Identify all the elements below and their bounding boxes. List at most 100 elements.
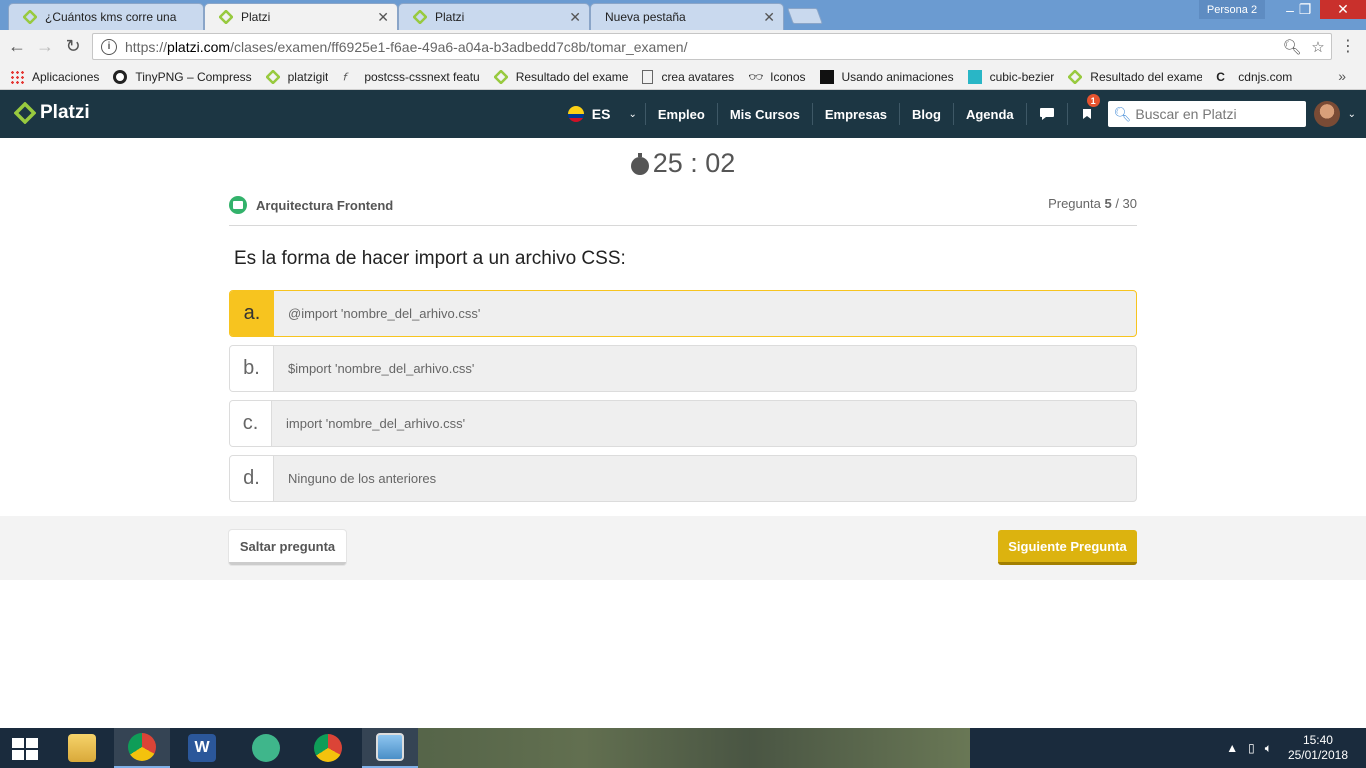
info-icon[interactable]: i [101, 38, 117, 55]
platzi-icon [493, 69, 508, 84]
close-tab-icon[interactable]: ✕ [569, 9, 581, 26]
bookmark-resultado[interactable]: Resultado del exame [493, 69, 628, 84]
bookmark-avatares[interactable]: crea avatares [642, 69, 735, 84]
skip-question-button[interactable]: Saltar pregunta [229, 530, 346, 565]
battery-icon[interactable]: ▯ [1248, 741, 1255, 755]
course-name: Arquitectura Frontend [256, 197, 394, 213]
bookmarks-more-icon[interactable]: » [1338, 68, 1346, 84]
bookmark-label: postcss-cssnext featu [364, 69, 480, 84]
desktop-wallpaper [418, 728, 970, 768]
next-question-button[interactable]: Siguiente Pregunta [998, 530, 1137, 565]
tray-expand-icon[interactable]: ▲ [1226, 741, 1238, 755]
word-icon[interactable]: W [174, 728, 230, 768]
question-total: / 30 [1115, 196, 1137, 211]
bookmark-resultado-2[interactable]: Resultado del exame [1068, 69, 1202, 84]
browser-menu-icon[interactable]: ⋮ [1340, 36, 1356, 56]
chrome-profile-icon[interactable] [114, 728, 170, 768]
answer-list: a. @import 'nombre_del_arhivo.css' b. $i… [229, 290, 1137, 510]
notifications-icon[interactable]: 1 [1066, 94, 1106, 125]
photos-icon[interactable] [362, 728, 418, 768]
bookmark-apps[interactable]: Aplicaciones [10, 69, 99, 84]
platzi-favicon-icon [219, 10, 233, 24]
course-badge-icon [229, 196, 247, 214]
zoom-search-icon[interactable]: 🔍︎ [1279, 38, 1305, 56]
bookmark-star-icon[interactable]: ☆ [1305, 38, 1331, 56]
atom-icon[interactable] [238, 728, 294, 768]
bookmark-label: crea avatares [661, 69, 735, 84]
taskbar-clock[interactable]: 15:40 25/01/2018 [1288, 733, 1348, 763]
new-tab-button[interactable] [787, 8, 823, 24]
browser-tab[interactable]: ¿Cuántos kms corre una [8, 3, 204, 30]
close-tab-icon[interactable]: ✕ [377, 9, 389, 26]
chevron-down-icon[interactable]: ⌄ [628, 109, 636, 120]
nav-empresas[interactable]: Empresas [811, 103, 899, 125]
answer-text: @import 'nombre_del_arhivo.css' [288, 306, 481, 321]
system-tray: ▲ ▯ 🔈︎ 15:40 25/01/2018 [1226, 728, 1366, 768]
profile-button[interactable]: Persona 2 [1199, 0, 1265, 19]
browser-tabstrip: ¿Cuántos kms corre una Platzi ✕ Platzi ✕… [0, 0, 1366, 30]
reload-icon[interactable]: ↻ [62, 36, 84, 57]
answer-text: $import 'nombre_del_arhivo.css' [288, 361, 475, 376]
browser-tab[interactable]: Platzi ✕ [398, 3, 590, 30]
messages-icon[interactable] [1025, 103, 1067, 125]
bookmark-platzigit[interactable]: platzigit [265, 69, 328, 84]
mdn-icon [819, 69, 834, 84]
windows-start-icon[interactable] [12, 738, 38, 760]
answer-letter: a. [230, 291, 274, 336]
platzi-logo[interactable]: Platzi [14, 102, 90, 124]
stopwatch-icon [630, 152, 649, 175]
nav-empleo[interactable]: Empleo [644, 103, 717, 125]
avatar[interactable] [1313, 101, 1340, 127]
bookmark-cdnjs[interactable]: C cdnjs.com [1216, 70, 1292, 84]
answer-option-a[interactable]: a. @import 'nombre_del_arhivo.css' [229, 290, 1137, 337]
bookmark-iconos[interactable]: 👓︎ Iconos [748, 70, 805, 84]
nav-mis-cursos[interactable]: Mis Cursos [716, 103, 812, 125]
curve-icon [967, 69, 982, 84]
answer-text: Ninguno de los anteriores [288, 471, 437, 486]
postcss-icon: ꬵ [342, 71, 347, 84]
browser-tab-active[interactable]: Platzi ✕ [204, 3, 398, 30]
nav-blog[interactable]: Blog [899, 103, 953, 125]
address-bar[interactable]: i https://platzi.com/clases/examen/ff692… [92, 33, 1332, 60]
language-selector[interactable]: ES [567, 106, 610, 122]
bookmark-animaciones[interactable]: Usando animaciones [819, 69, 954, 84]
question-text: Es la forma de hacer import a un archivo… [234, 248, 626, 269]
nav-agenda[interactable]: Agenda [952, 103, 1026, 125]
search-placeholder: Buscar en Platzi [1135, 106, 1237, 122]
exam-header: Arquitectura Frontend Pregunta 5 / 30 [229, 196, 1137, 226]
header-nav: ES ⌄ Empleo Mis Cursos Empresas Blog Age… [567, 90, 1366, 138]
clock-date: 25/01/2018 [1287, 748, 1348, 762]
back-icon[interactable]: ← [6, 36, 28, 57]
question-current: 5 [1104, 196, 1112, 211]
platzi-icon [265, 69, 280, 84]
exam-timer: 25 : 02 [0, 148, 1366, 179]
bookmark-label: cubic-bezier [989, 69, 1055, 84]
close-tab-icon[interactable]: ✕ [763, 9, 775, 26]
notification-badge: 1 [1086, 94, 1100, 107]
forward-icon[interactable]: → [34, 36, 56, 57]
binoculars-icon: 👓︎ [748, 69, 764, 84]
clock-time: 15:40 [1302, 733, 1333, 747]
answer-option-c[interactable]: c. import 'nombre_del_arhivo.css' [229, 400, 1137, 447]
colombia-flag-icon [567, 106, 584, 122]
chevron-down-icon[interactable]: ⌄ [1348, 109, 1356, 120]
bookmarks-bar: Aplicaciones TinyPNG – Compress platzigi… [0, 64, 1366, 90]
answer-option-b[interactable]: b. $import 'nombre_del_arhivo.css' [229, 345, 1137, 392]
file-explorer-icon[interactable] [54, 728, 110, 768]
answer-text: import 'nombre_del_arhivo.css' [286, 416, 466, 431]
bookmark-postcss[interactable]: ꬵ postcss-cssnext featu [342, 70, 479, 84]
platzi-search-input[interactable]: 🔍︎ Buscar en Platzi [1107, 101, 1306, 127]
chrome-icon[interactable] [300, 728, 356, 768]
answer-letter: d. [230, 456, 274, 501]
answer-letter: b. [230, 346, 274, 391]
bookmark-cubic[interactable]: cubic-bezier [967, 69, 1055, 84]
maximize-icon[interactable]: ❐ [1290, 0, 1320, 19]
browser-tab[interactable]: Nueva pestaña ✕ [590, 3, 784, 30]
answer-option-d[interactable]: d. Ninguno de los anteriores [229, 455, 1137, 502]
window-close-icon[interactable]: ✕ [1320, 0, 1366, 19]
bookmark-tinypng[interactable]: TinyPNG – Compress [113, 69, 252, 84]
volume-icon[interactable]: 🔈︎ [1265, 741, 1272, 756]
tab-title: Nueva pestaña [605, 10, 686, 24]
logo-text: Platzi [40, 102, 90, 123]
search-icon: 🔍︎ [1113, 105, 1132, 122]
